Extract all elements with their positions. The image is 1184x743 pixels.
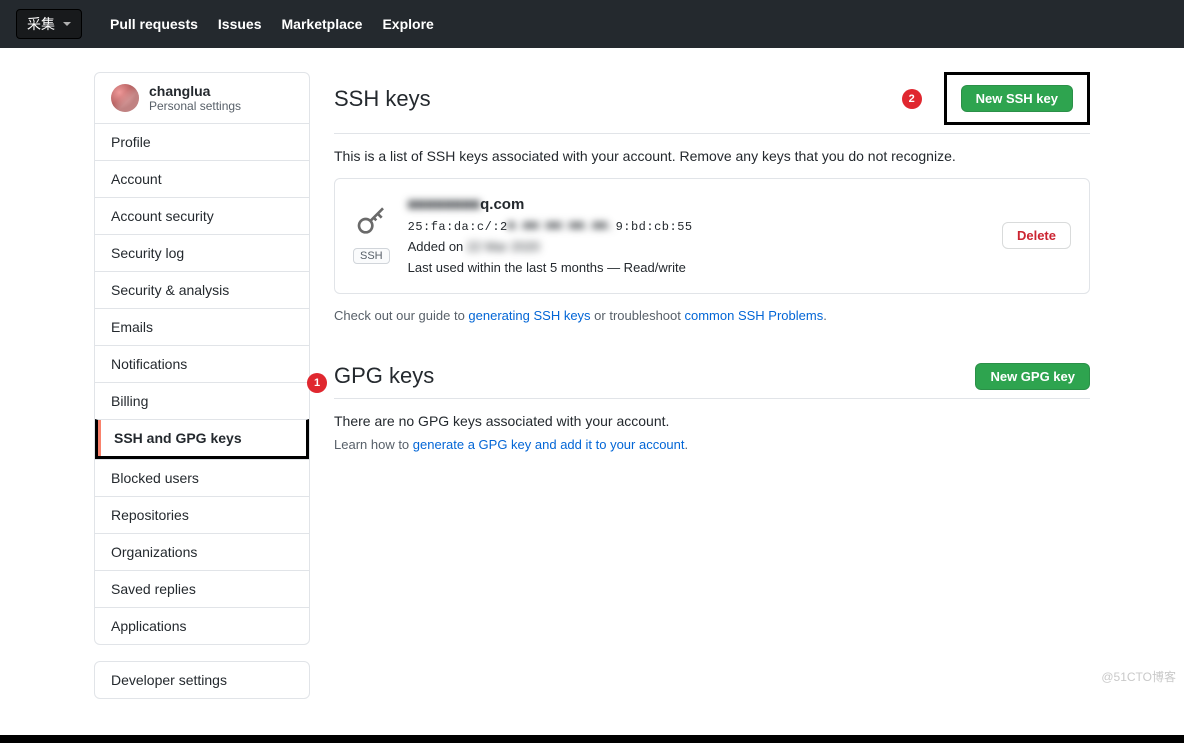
- ssh-key-row: SSH ■■■■■■■■q.com 25:fa:da:c/:2■.■■:■■:■…: [334, 178, 1090, 294]
- gpg-learn-note: Learn how to generate a GPG key and add …: [334, 437, 1090, 452]
- main-content: SSH keys 2 New SSH key This is a list of…: [334, 72, 1090, 715]
- sidebar-user-header: changlua Personal settings: [95, 73, 309, 123]
- primary-nav: Pull requests Issues Marketplace Explore: [110, 16, 434, 32]
- nav-pull-requests[interactable]: Pull requests: [110, 16, 198, 32]
- sidebar-item-billing[interactable]: Billing: [95, 383, 309, 419]
- ssh-keys-heading: SSH keys: [334, 86, 431, 112]
- bottom-bar: [0, 735, 1184, 743]
- page-body: changlua Personal settings Profile Accou…: [86, 72, 1098, 735]
- link-generating-ssh-keys[interactable]: generating SSH keys: [468, 308, 590, 323]
- avatar[interactable]: [111, 84, 139, 112]
- ssh-key-lastused: Last used within the last 5 months — Rea…: [408, 258, 984, 279]
- settings-sidebar: changlua Personal settings Profile Accou…: [94, 72, 310, 715]
- settings-menu: changlua Personal settings Profile Accou…: [94, 72, 310, 645]
- nav-explore[interactable]: Explore: [382, 16, 433, 32]
- ssh-key-icon-group: SSH: [353, 207, 390, 264]
- ssh-guide-note: Check out our guide to generating SSH ke…: [334, 308, 1090, 323]
- sidebar-item-account[interactable]: Account: [95, 161, 309, 197]
- sidebar-item-account-security[interactable]: Account security: [95, 198, 309, 234]
- developer-menu: Developer settings: [94, 661, 310, 699]
- gpg-keys-heading: GPG keys: [334, 363, 434, 389]
- sidebar-item-security-analysis[interactable]: Security & analysis: [95, 272, 309, 308]
- ssh-key-details: ■■■■■■■■q.com 25:fa:da:c/:2■.■■:■■:■■.■■…: [408, 193, 984, 279]
- sidebar-subtitle: Personal settings: [149, 99, 241, 113]
- ssh-key-title: ■■■■■■■■q.com: [408, 193, 984, 217]
- ssh-key-added: Added on 22 Mar 2020: [408, 237, 984, 258]
- ssh-keys-description: This is a list of SSH keys associated wi…: [334, 148, 1090, 164]
- gpg-none-text: There are no GPG keys associated with yo…: [334, 413, 1090, 429]
- sidebar-item-developer-settings[interactable]: Developer settings: [95, 662, 309, 698]
- annotation-badge-1: 1: [307, 373, 327, 393]
- sidebar-item-notifications[interactable]: Notifications: [95, 346, 309, 382]
- nav-issues[interactable]: Issues: [218, 16, 262, 32]
- sidebar-item-security-log[interactable]: Security log: [95, 235, 309, 271]
- sidebar-item-saved-replies[interactable]: Saved replies: [95, 571, 309, 607]
- new-gpg-key-button[interactable]: New GPG key: [975, 363, 1090, 390]
- link-common-ssh-problems[interactable]: common SSH Problems: [685, 308, 824, 323]
- sidebar-item-emails[interactable]: Emails: [95, 309, 309, 345]
- gpg-keys-header: GPG keys New GPG key: [334, 363, 1090, 399]
- sidebar-item-applications[interactable]: Applications: [95, 608, 309, 644]
- collect-label: 采集: [27, 14, 55, 34]
- new-ssh-key-button[interactable]: New SSH key: [961, 85, 1073, 112]
- key-icon: [355, 207, 387, 242]
- sidebar-item-ssh-gpg-keys[interactable]: SSH and GPG keys: [98, 420, 306, 456]
- gpg-section: GPG keys New GPG key There are no GPG ke…: [334, 363, 1090, 452]
- sidebar-item-repositories[interactable]: Repositories: [95, 497, 309, 533]
- sidebar-username: changlua: [149, 83, 241, 99]
- new-ssh-key-highlight-box: New SSH key: [944, 72, 1090, 125]
- watermark: @51CTO博客: [1101, 668, 1176, 685]
- annotation-badge-2: 2: [902, 89, 922, 109]
- topbar: 采集 Pull requests Issues Marketplace Expl…: [0, 0, 1184, 48]
- ssh-keys-header: SSH keys 2 New SSH key: [334, 72, 1090, 134]
- caret-down-icon: [63, 22, 71, 26]
- collect-button[interactable]: 采集: [16, 9, 82, 39]
- delete-ssh-key-button[interactable]: Delete: [1002, 222, 1071, 249]
- sidebar-item-profile[interactable]: Profile: [95, 124, 309, 160]
- nav-marketplace[interactable]: Marketplace: [282, 16, 363, 32]
- ssh-type-pill: SSH: [353, 248, 390, 264]
- ssh-key-fingerprint: 25:fa:da:c/:2■.■■:■■:■■.■■.9:bd:cb:55: [408, 217, 984, 237]
- link-generate-gpg-key[interactable]: generate a GPG key and add it to your ac…: [413, 437, 685, 452]
- sidebar-item-organizations[interactable]: Organizations: [95, 534, 309, 570]
- sidebar-item-blocked-users[interactable]: Blocked users: [95, 460, 309, 496]
